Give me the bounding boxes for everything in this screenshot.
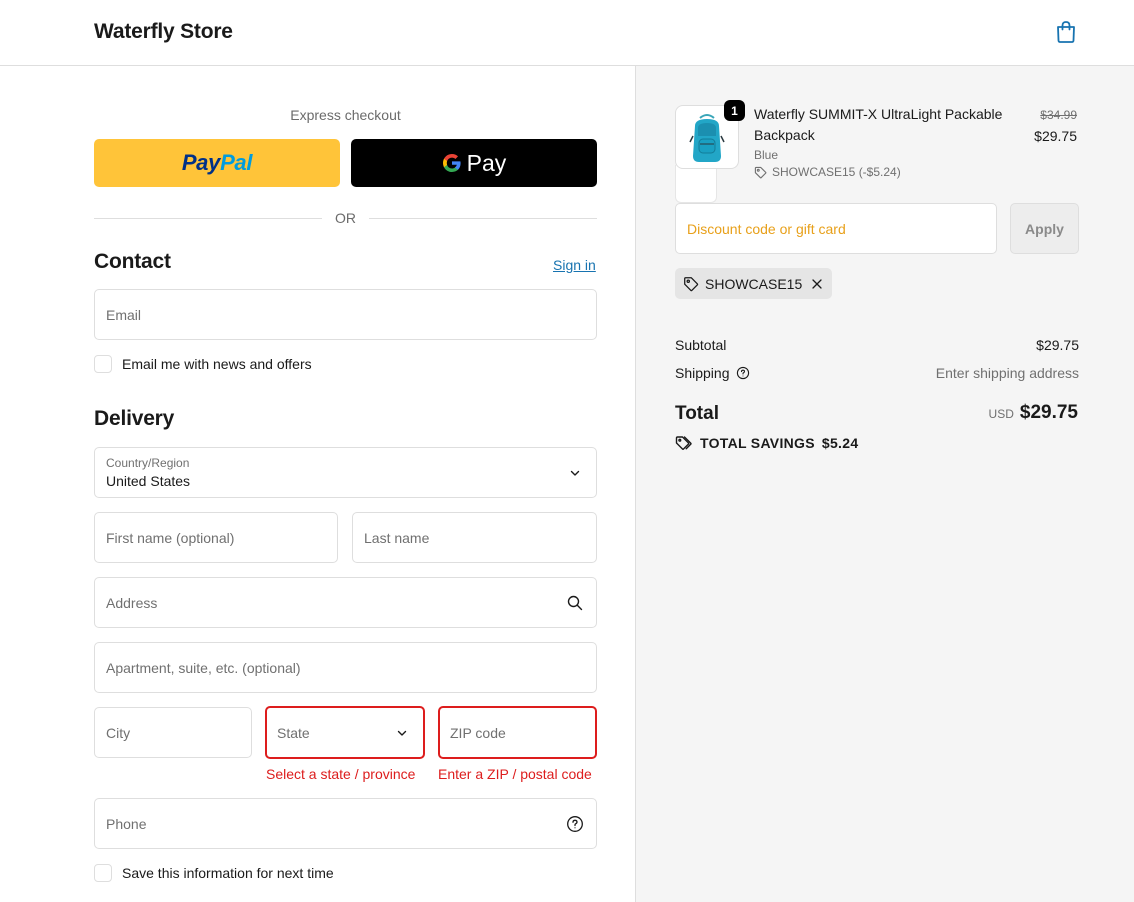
delivery-title: Delivery bbox=[94, 407, 175, 430]
total-amount: $29.75 bbox=[1019, 402, 1078, 423]
store-name[interactable]: Waterfly Store bbox=[94, 20, 233, 44]
phone-field[interactable]: Phone bbox=[94, 798, 597, 849]
newsletter-checkbox-row[interactable]: Email me with news and offers bbox=[94, 355, 312, 373]
apartment-field[interactable]: Apartment, suite, etc. (optional) bbox=[94, 642, 597, 693]
header: Waterfly Store bbox=[0, 0, 1134, 66]
save-info-checkbox[interactable] bbox=[94, 864, 112, 882]
tags-icon bbox=[675, 436, 692, 450]
zip-field[interactable]: ZIP code bbox=[438, 706, 597, 759]
google-g-icon bbox=[442, 154, 461, 172]
tag-icon bbox=[754, 166, 767, 178]
close-icon[interactable] bbox=[810, 277, 824, 291]
order-summary: 1 Waterfly SUMMIT-X UltraLight Packable … bbox=[635, 66, 1134, 902]
help-circle-icon[interactable] bbox=[566, 815, 584, 833]
thumbnail-stack bbox=[675, 165, 717, 203]
applied-code-chip: SHOWCASE15 bbox=[675, 268, 833, 299]
city-field[interactable]: City bbox=[94, 707, 252, 758]
country-value: United States bbox=[106, 473, 191, 489]
shopping-bag-icon[interactable] bbox=[1055, 20, 1077, 44]
save-info-checkbox-row[interactable]: Save this information for next time bbox=[94, 864, 334, 882]
contact-title: Contact bbox=[94, 250, 171, 273]
currency-code: USD bbox=[988, 407, 1014, 421]
search-icon[interactable] bbox=[566, 594, 584, 612]
paypal-logo: PayPal bbox=[181, 150, 253, 175]
address-field[interactable]: Address bbox=[94, 577, 597, 628]
help-circle-icon[interactable] bbox=[736, 366, 750, 380]
email-field[interactable]: Email bbox=[94, 289, 597, 340]
zip-error: Enter a ZIP / postal code bbox=[438, 766, 592, 782]
country-select[interactable]: Country/Region United States bbox=[94, 447, 597, 498]
chevron-down-icon bbox=[397, 730, 407, 736]
shipping-value: Enter shipping address bbox=[935, 365, 1079, 381]
state-error: Select a state / province bbox=[266, 766, 416, 782]
google-pay-button[interactable]: Pay bbox=[351, 139, 597, 187]
product-name: Waterfly SUMMIT-X UltraLight Packable Ba… bbox=[754, 106, 1003, 143]
product-variant: Blue bbox=[754, 148, 779, 162]
newsletter-checkbox[interactable] bbox=[94, 355, 112, 373]
quantity-badge: 1 bbox=[724, 100, 745, 121]
product-discount: SHOWCASE15 (-$5.24) bbox=[754, 165, 901, 179]
apply-button[interactable]: Apply bbox=[1010, 203, 1079, 254]
save-info-label: Save this information for next time bbox=[122, 865, 334, 881]
last-name-field[interactable]: Last name bbox=[352, 512, 597, 563]
state-select[interactable]: State bbox=[265, 706, 425, 759]
total-label: Total bbox=[675, 403, 719, 424]
google-pay-label: Pay bbox=[466, 149, 507, 176]
express-checkout-label: Express checkout bbox=[290, 107, 401, 123]
applied-code-label: SHOWCASE15 bbox=[705, 275, 803, 292]
total-savings: TOTAL SAVINGS $5.24 bbox=[675, 435, 858, 451]
newsletter-label: Email me with news and offers bbox=[122, 356, 312, 372]
chevron-down-icon bbox=[570, 470, 580, 476]
price-original: $34.99 bbox=[1040, 108, 1077, 122]
subtotal-value: $29.75 bbox=[1036, 337, 1079, 353]
first-name-field[interactable]: First name (optional) bbox=[94, 512, 338, 563]
or-divider: OR bbox=[94, 210, 597, 228]
paypal-button[interactable]: PayPal bbox=[94, 139, 340, 187]
price-current: $29.75 bbox=[1034, 128, 1077, 144]
tag-icon bbox=[684, 276, 699, 291]
discount-code-input[interactable]: Discount code or gift card bbox=[675, 203, 997, 254]
total-amount-group: USD $29.75 bbox=[989, 402, 1078, 424]
sign-in-link[interactable]: Sign in bbox=[553, 257, 596, 273]
checkout-form: Express checkout PayPal Pay OR Contact S… bbox=[0, 66, 635, 902]
country-label: Country/Region bbox=[106, 456, 190, 470]
